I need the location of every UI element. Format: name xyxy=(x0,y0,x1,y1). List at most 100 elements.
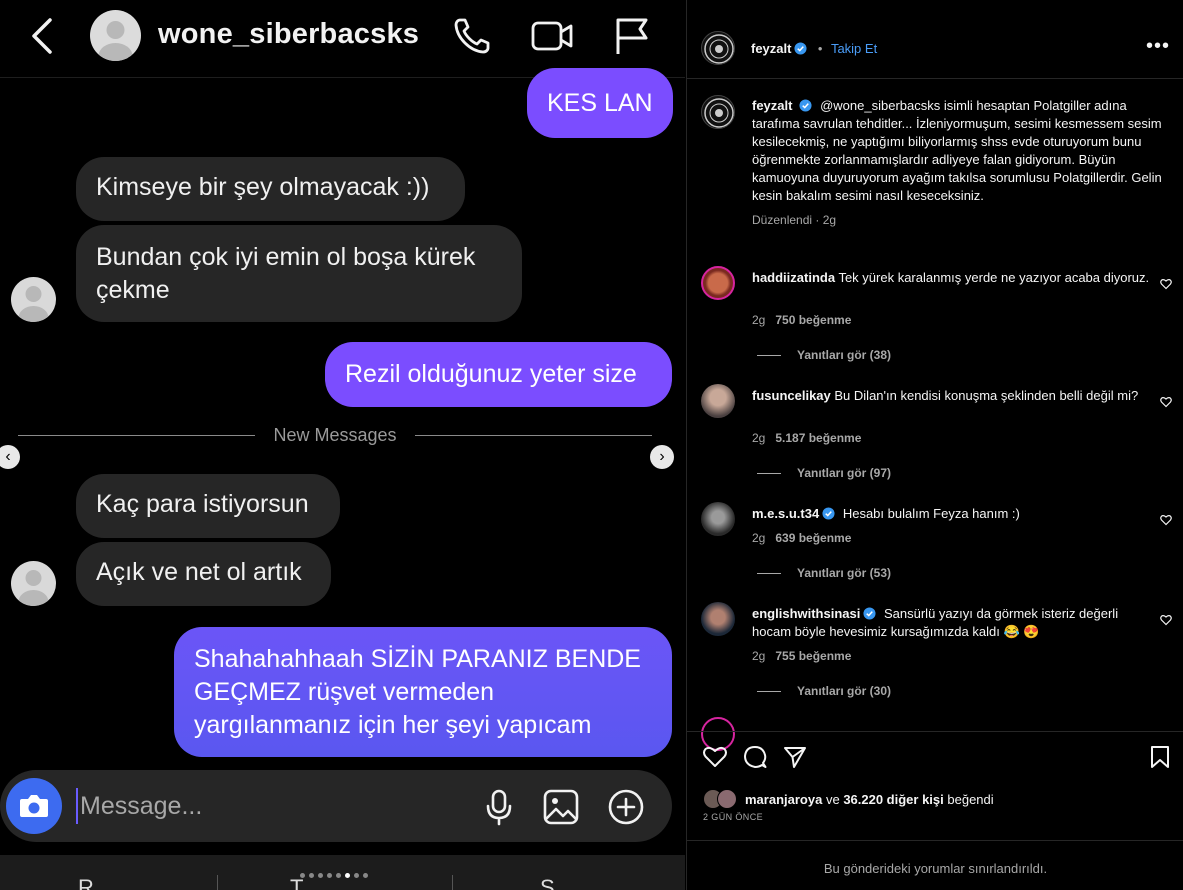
chat-contact-avatar[interactable] xyxy=(90,10,141,61)
author-avatar[interactable] xyxy=(701,31,735,65)
camera-button[interactable] xyxy=(6,778,62,834)
message-outgoing: Shahahahhaah SİZİN PARANIZ BENDE GEÇMEZ … xyxy=(174,627,672,757)
phone-call-icon[interactable] xyxy=(450,14,494,58)
commenter-avatar[interactable] xyxy=(701,266,735,300)
verified-badge-icon xyxy=(863,607,876,620)
replies-line xyxy=(757,473,781,475)
likers-avatars xyxy=(703,789,741,809)
comment-likes[interactable]: 755 beğenme xyxy=(775,649,851,663)
message-composer xyxy=(0,770,672,842)
tab-letter: R xyxy=(78,875,94,890)
carousel-dot xyxy=(318,873,323,878)
carousel-dot-active xyxy=(345,873,350,878)
message-outgoing: Rezil olduğunuz yeter size xyxy=(325,342,672,407)
comment-bubble-icon[interactable] xyxy=(742,744,768,770)
comment-meta: 2g 5.187 beğenme xyxy=(752,431,861,445)
carousel-dot xyxy=(354,873,359,878)
message-outgoing: KES LAN xyxy=(527,68,673,138)
tab-separator xyxy=(452,875,453,890)
comment-body: m.e.s.u.t34 Hesabı bulalım Feyza hanım :… xyxy=(752,505,1152,523)
tab-separator xyxy=(217,875,218,890)
comment-text: Hesabı bulalım Feyza hanım :) xyxy=(842,506,1020,521)
comment-likes[interactable]: 750 beğenme xyxy=(775,313,851,327)
comment-likes[interactable]: 5.187 beğenme xyxy=(775,431,861,445)
report-flag-icon[interactable] xyxy=(610,14,654,58)
message-line: çekme xyxy=(96,276,170,304)
caption-author-avatar[interactable] xyxy=(701,95,735,129)
next-image-icon[interactable]: › xyxy=(650,445,674,469)
caption-username[interactable]: feyzalt xyxy=(752,98,792,113)
comment-time: 2g xyxy=(752,531,766,545)
carousel-dot xyxy=(336,873,341,878)
comment-likes[interactable]: 639 beğenme xyxy=(775,531,851,545)
commenter-username[interactable]: haddiizatinda xyxy=(752,270,835,285)
post-caption: feyzalt @wone_siberbacsks isimli hesapta… xyxy=(752,97,1162,229)
previous-image-icon[interactable]: ‹ xyxy=(0,445,20,469)
liker-username[interactable]: maranjaroya xyxy=(745,792,822,807)
message-incoming: Kaç para istiyorsun xyxy=(76,474,340,538)
view-replies-button[interactable]: Yanıtları gör (30) xyxy=(757,684,891,698)
share-send-icon[interactable] xyxy=(782,744,808,770)
commenter-username[interactable]: englishwithsinasi xyxy=(752,606,860,621)
add-icon[interactable] xyxy=(607,788,645,826)
author-line: feyzalt • Takip Et xyxy=(751,40,877,58)
back-arrow-icon[interactable] xyxy=(22,16,62,56)
message-line: GEÇMEZ rüşvet vermeden xyxy=(194,678,495,706)
commenter-avatar[interactable] xyxy=(701,602,735,636)
carousel-bottom-bar: R T S xyxy=(0,855,685,890)
post-actions: maranjaroya ve 36.220 diğer kişi beğendi… xyxy=(687,731,1183,840)
caption-meta: Düzenlendi · 2g xyxy=(752,213,837,227)
message-line: Shahahahhaah SİZİN PARANIZ BENDE xyxy=(194,645,641,673)
sender-avatar xyxy=(11,277,56,322)
likes-count[interactable]: 36.220 diğer kişi xyxy=(843,792,943,807)
comment-like-icon[interactable] xyxy=(1160,396,1172,408)
comment-time: 2g xyxy=(752,431,766,445)
comment-meta: 2g 750 beğenme xyxy=(752,313,851,327)
save-bookmark-icon[interactable] xyxy=(1147,744,1173,770)
likes-suffix: beğendi xyxy=(947,792,994,807)
likes-summary: maranjaroya ve 36.220 diğer kişi beğendi xyxy=(703,789,994,809)
comment-meta: 2g 639 beğenme xyxy=(752,531,851,545)
tab-letter: T xyxy=(290,875,304,890)
video-call-icon[interactable] xyxy=(530,14,574,58)
comment-body: fusuncelikay Bu Dilan'ın kendisi konuşma… xyxy=(752,387,1152,405)
view-replies-button[interactable]: Yanıtları gör (38) xyxy=(757,348,891,362)
replies-line xyxy=(757,573,781,575)
view-replies-button[interactable]: Yanıtları gör (97) xyxy=(757,466,891,480)
commenter-avatar[interactable] xyxy=(701,502,735,536)
carousel-dot xyxy=(327,873,332,878)
liker-avatar xyxy=(717,789,737,809)
verified-badge-icon xyxy=(822,507,835,520)
author-username[interactable]: feyzalt xyxy=(751,41,791,56)
comment-like-icon[interactable] xyxy=(1160,278,1172,290)
gallery-icon[interactable] xyxy=(542,788,580,826)
chat-contact-name[interactable]: wone_siberbacsks xyxy=(158,18,419,51)
view-replies-label: Yanıtları gör (53) xyxy=(797,566,892,580)
chat-header: wone_siberbacsks xyxy=(0,0,685,78)
carousel-dot xyxy=(309,873,314,878)
view-replies-button[interactable]: Yanıtları gör (53) xyxy=(757,566,891,580)
more-options-icon[interactable]: ••• xyxy=(1146,36,1170,56)
comment-like-icon[interactable] xyxy=(1160,514,1172,526)
microphone-icon[interactable] xyxy=(480,788,518,826)
replies-line xyxy=(757,355,781,357)
view-replies-label: Yanıtları gör (30) xyxy=(797,684,892,698)
carousel-dot xyxy=(363,873,368,878)
verified-badge-icon xyxy=(794,42,808,55)
message-line: Bundan çok iyi emin ol boşa kürek xyxy=(96,243,476,271)
view-replies-label: Yanıtları gör (38) xyxy=(797,348,892,362)
tab-letter: S xyxy=(540,875,555,890)
post-date[interactable]: 2 GÜN ÖNCE xyxy=(703,812,763,822)
message-input[interactable] xyxy=(76,788,456,824)
like-heart-icon[interactable] xyxy=(702,744,728,770)
commenter-avatar[interactable] xyxy=(701,384,735,418)
commenter-username[interactable]: fusuncelikay xyxy=(752,388,831,403)
comments-restricted-notice: Bu gönderideki yorumlar sınırlandırıldı. xyxy=(687,840,1183,890)
post-panel: feyzalt • Takip Et ••• feyzalt @wone_sib… xyxy=(686,0,1183,890)
commenter-username[interactable]: m.e.s.u.t34 xyxy=(752,506,819,521)
separator-dot: • xyxy=(817,41,823,56)
follow-button[interactable]: Takip Et xyxy=(831,41,877,56)
post-header: feyzalt • Takip Et ••• xyxy=(687,19,1183,79)
view-replies-label: Yanıtları gör (97) xyxy=(797,466,892,480)
comment-like-icon[interactable] xyxy=(1160,614,1172,626)
